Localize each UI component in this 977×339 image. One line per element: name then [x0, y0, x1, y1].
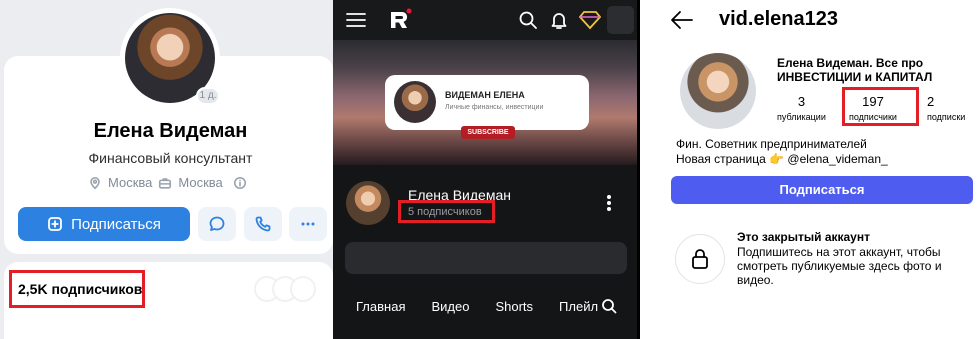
stat-following-label: подписки	[927, 112, 966, 122]
channel-search-bar[interactable]	[345, 242, 627, 274]
avatar[interactable]	[680, 53, 756, 129]
profile-name: Елена Видеман	[93, 120, 248, 142]
tab-video[interactable]: Видео	[431, 299, 469, 314]
profile-handle: vid.elena123	[719, 8, 838, 30]
phone-icon	[255, 216, 271, 232]
profile-status: Финансовый консультант	[88, 150, 253, 166]
stat-posts-value: 3	[797, 94, 806, 109]
follower-avatars[interactable]	[254, 276, 316, 302]
bell-icon[interactable]	[549, 10, 569, 30]
profile-bio: Фин. Советник предпринимателей Новая стр…	[676, 137, 888, 167]
menu-icon[interactable]	[346, 12, 366, 28]
location-row: Москва Москва	[88, 175, 247, 190]
channel-avatar[interactable]	[346, 181, 390, 225]
banner-title: ВИДЕМАН ЕЛЕНА	[445, 90, 525, 100]
info-icon[interactable]	[233, 176, 247, 190]
private-lock-badge	[675, 234, 725, 284]
stat-following[interactable]: 2 подписки	[927, 94, 965, 122]
vk-profile-panel: 1 д. Елена Видеман Финансовый консультан…	[0, 0, 333, 339]
search-icon[interactable]	[518, 10, 538, 30]
add-icon	[48, 217, 62, 231]
banner-subtitle: Личные финансы, инвестиции	[445, 104, 544, 111]
rutube-logo-icon[interactable]	[388, 8, 412, 32]
message-button[interactable]	[198, 207, 236, 241]
subscribe-button[interactable]: Подписаться	[18, 207, 190, 241]
highlight-box-followers	[842, 87, 919, 126]
highlight-box-subscribers	[398, 200, 495, 223]
location-city: Москва	[108, 175, 153, 190]
stat-posts-label: публикации	[777, 112, 826, 122]
more-vertical-icon[interactable]	[605, 193, 613, 213]
channel-tabs: Главная Видео Shorts Плейл	[356, 299, 624, 314]
bio-line2[interactable]: Новая страница 👉 @elena_videman_	[676, 152, 888, 167]
instagram-profile-panel: vid.elena123 Елена Видеман. Все про ИНВЕ…	[640, 0, 977, 339]
rutube-channel-panel: ВИДЕМАН ЕЛЕНА Личные финансы, инвестиции…	[333, 0, 637, 339]
banner-subscribe-graphic: SUBSCRIBE	[461, 126, 515, 139]
tab-search-icon[interactable]	[601, 298, 617, 314]
message-icon	[209, 216, 225, 231]
tab-playlists[interactable]: Плейл	[559, 299, 598, 314]
banner-avatar	[394, 81, 436, 123]
profile-title-line2: ИНВЕСТИЦИИ и КАПИТАЛ	[777, 70, 933, 84]
private-account-title: Это закрытый аккаунт	[737, 230, 870, 244]
more-horizontal-icon	[301, 222, 315, 226]
work-city: Москва	[178, 175, 223, 190]
profile-title: Елена Видеман. Все про ИНВЕСТИЦИИ и КАПИ…	[777, 56, 977, 84]
briefcase-icon	[159, 177, 172, 189]
last-seen-badge: 1 д.	[196, 87, 220, 105]
subscribe-button[interactable]: Подписаться	[671, 176, 973, 204]
more-button[interactable]	[289, 207, 327, 241]
banner-card: ВИДЕМАН ЕЛЕНА Личные финансы, инвестиции	[385, 75, 589, 130]
back-arrow-icon[interactable]	[670, 9, 694, 31]
tab-main[interactable]: Главная	[356, 299, 405, 314]
tab-shorts[interactable]: Shorts	[495, 299, 533, 314]
subscribe-button-label: Подписаться	[71, 215, 161, 233]
top-bar	[333, 0, 637, 40]
lock-icon	[692, 249, 708, 269]
bio-line1: Фин. Советник предпринимателей	[676, 137, 867, 151]
premium-diamond-icon[interactable]	[579, 10, 601, 30]
user-avatar-button[interactable]	[607, 6, 634, 34]
location-pin-icon	[90, 176, 100, 189]
private-account-description: Подпишитесь на этот аккаунт, чтобы смотр…	[737, 245, 942, 287]
profile-title-line1: Елена Видеман. Все про	[777, 56, 924, 70]
stat-following-value: 2	[927, 94, 935, 109]
call-button[interactable]	[244, 207, 282, 241]
highlight-box-followers	[9, 270, 145, 308]
stat-posts[interactable]: 3 публикации	[777, 94, 826, 122]
